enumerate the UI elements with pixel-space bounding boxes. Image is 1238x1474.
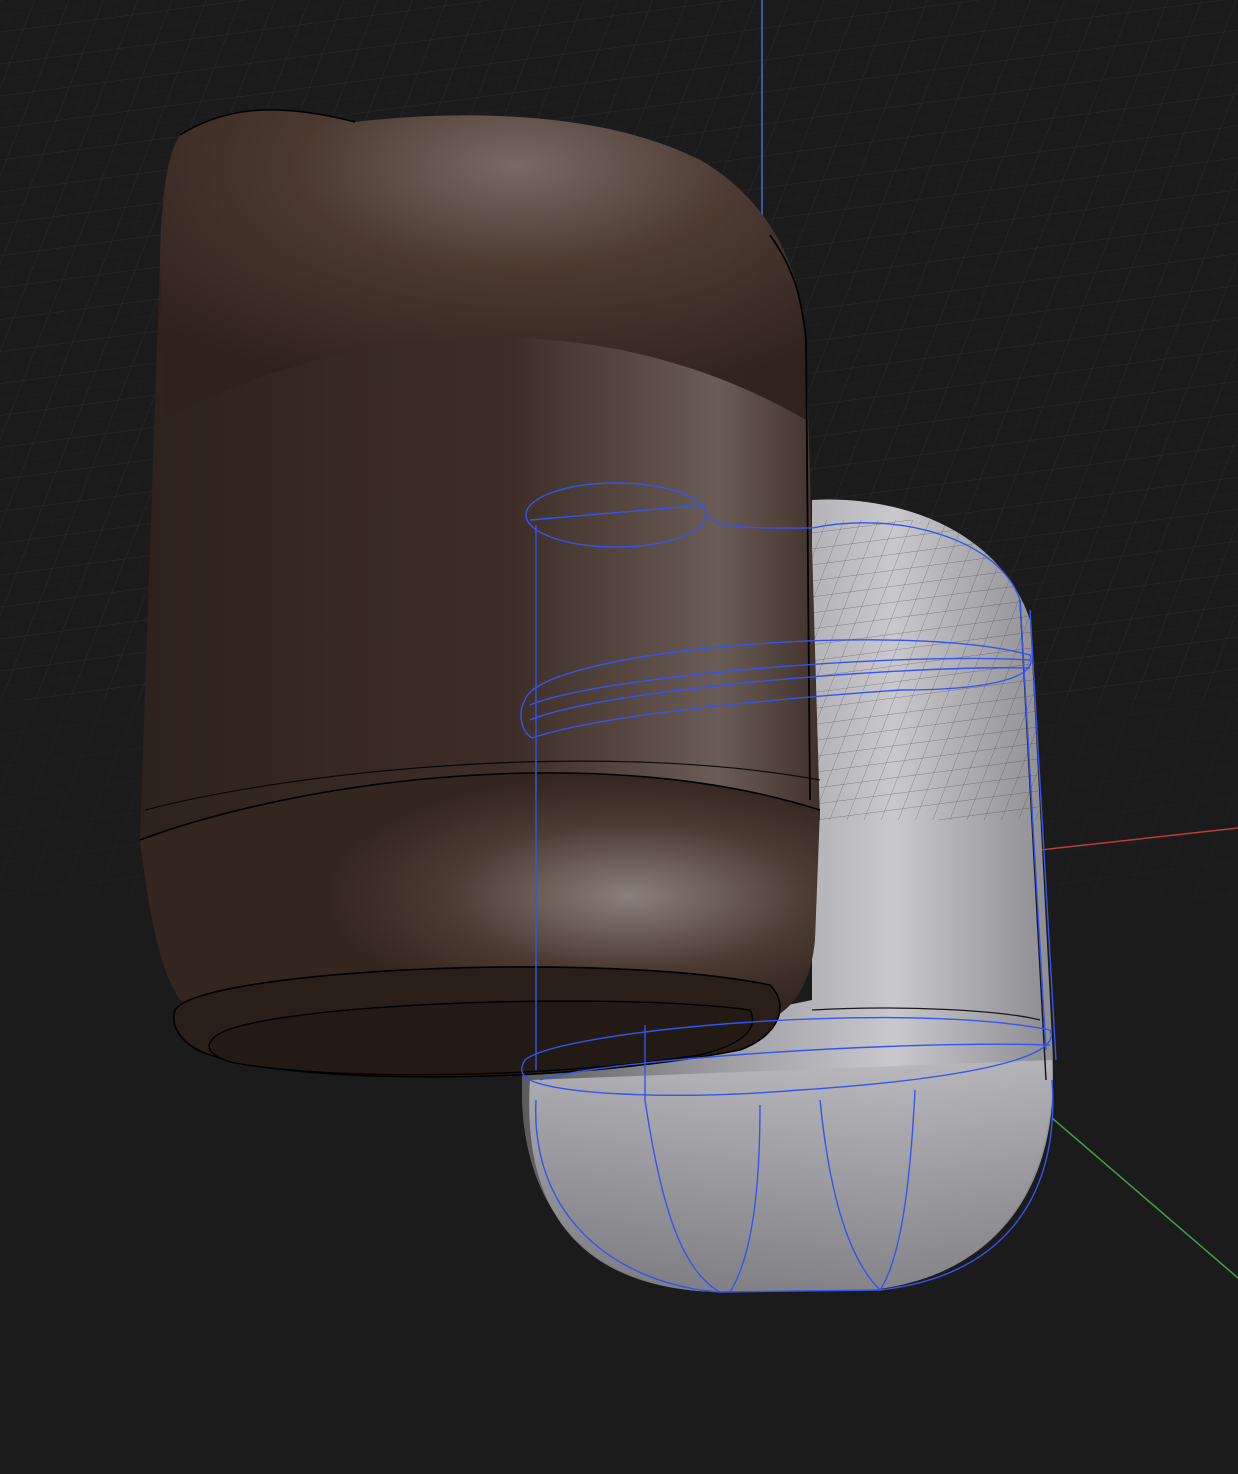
3d-viewport[interactable] [0,0,1238,1474]
brown-body[interactable] [139,109,821,1078]
scene-canvas[interactable] [0,0,1238,1474]
